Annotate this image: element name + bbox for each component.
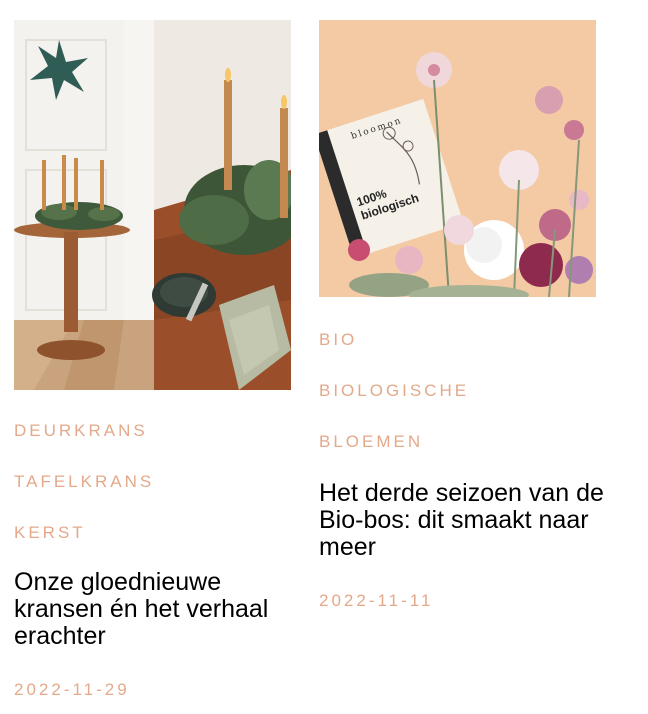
post-date: 2022-11-29 (14, 680, 130, 699)
post-image-link[interactable]: bloomon 100% biologisch (319, 20, 596, 297)
tag-link-1[interactable]: BIOLOGISCHE (319, 381, 629, 401)
post-image-link[interactable] (14, 20, 291, 390)
flowers-photo-image: bloomon 100% biologisch (319, 20, 596, 297)
post-title-link[interactable]: Onze gloednieuwe kransen én het verhaal … (14, 569, 314, 650)
wreath-photo-image (14, 20, 291, 390)
tag-link-2[interactable]: BLOEMEN (319, 432, 629, 452)
tag-link-2[interactable]: KERST (14, 523, 314, 543)
blog-card-kransen: DEURKRANS TAFELKRANS KERST Onze gloednie… (14, 20, 314, 700)
tag-link-0[interactable]: BIO (319, 330, 629, 350)
tag-link-0[interactable]: DEURKRANS (14, 421, 314, 441)
post-title-link[interactable]: Het derde seizoen van de Bio-bos: dit sm… (319, 480, 629, 561)
blog-card-bio-bos: bloomon 100% biologisch BIO BIOLOGISCHE … (319, 20, 629, 611)
post-date: 2022-11-11 (319, 591, 434, 610)
tag-link-1[interactable]: TAFELKRANS (14, 472, 314, 492)
